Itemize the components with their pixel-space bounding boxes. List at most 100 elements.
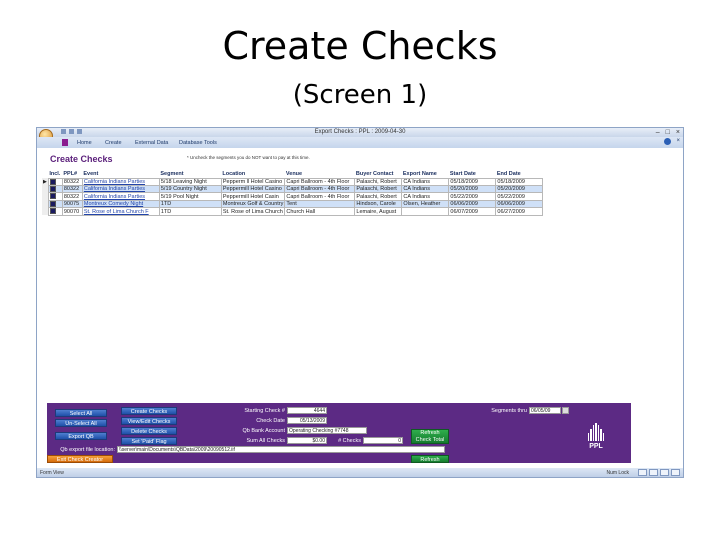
col-buyer-contact: Buyer Contact bbox=[354, 170, 402, 178]
maximize-icon[interactable]: □ bbox=[666, 128, 670, 137]
close-icon[interactable]: × bbox=[676, 128, 680, 137]
close-form-icon[interactable]: × bbox=[676, 138, 680, 144]
cell-venue[interactable]: Capri Ballroom - 4th Floor bbox=[284, 184, 356, 194]
title-bar: Export Checks : PPL : 2009-04-30 – □ × bbox=[37, 128, 683, 137]
cell-end-date[interactable]: 05/18/2009 bbox=[495, 177, 544, 186]
cell-ppl[interactable]: 80322 bbox=[61, 192, 83, 201]
cell-export-name[interactable]: CA Indians bbox=[401, 192, 450, 201]
cell-buyer-contact[interactable]: Lemaire, August bbox=[354, 207, 403, 216]
status-num-lock: Num Lock bbox=[606, 470, 629, 476]
unselect-all-button[interactable]: Un-Select All bbox=[55, 419, 107, 427]
table-row[interactable]: 90075 Montreux Comedy Night 1TD Montreux… bbox=[42, 199, 544, 209]
create-checks-button[interactable]: Create Checks bbox=[121, 407, 177, 415]
cell-ppl[interactable]: 80322 bbox=[61, 184, 83, 194]
cell-event-link[interactable]: California Indians Parties bbox=[81, 177, 160, 186]
segments-table: Incl. PPL# Event Segment Location Venue … bbox=[42, 170, 544, 216]
export-qb-button[interactable]: Export QB bbox=[55, 432, 107, 440]
cell-buyer-contact[interactable]: Hindson, Carole bbox=[354, 199, 403, 209]
incl-checkbox[interactable] bbox=[47, 192, 63, 201]
cell-segment[interactable]: 5/18 Leaving Night bbox=[158, 177, 222, 186]
cell-buyer-contact[interactable]: Palaschi, Robert bbox=[354, 192, 403, 201]
cell-ppl[interactable]: 90070 bbox=[61, 207, 83, 216]
incl-checkbox[interactable] bbox=[47, 177, 63, 186]
col-venue: Venue bbox=[284, 170, 355, 178]
cell-export-name[interactable] bbox=[401, 207, 450, 216]
col-incl: Incl. bbox=[48, 170, 63, 178]
cell-event-link[interactable]: Montreux Comedy Night bbox=[81, 199, 160, 209]
cell-event-link[interactable]: California Indians Parties bbox=[81, 184, 160, 194]
cell-location[interactable]: Peppermill Hotel Casino bbox=[220, 184, 286, 194]
help-icon[interactable] bbox=[664, 138, 671, 145]
tab-home[interactable]: Home bbox=[77, 140, 92, 146]
tab-create[interactable]: Create bbox=[105, 140, 122, 146]
cell-end-date[interactable]: 06/27/2009 bbox=[495, 207, 544, 216]
cell-segment[interactable]: 5/19 Country Night bbox=[158, 184, 222, 194]
cell-ppl[interactable]: 80322 bbox=[61, 177, 83, 186]
cell-location[interactable]: Peppermill Hotel Casin bbox=[220, 192, 286, 201]
cell-location[interactable]: Montreux Golf & Country bbox=[220, 199, 286, 209]
incl-checkbox[interactable] bbox=[47, 199, 63, 209]
select-all-button[interactable]: Select All bbox=[55, 409, 107, 417]
cell-segment[interactable]: 1TD bbox=[158, 207, 222, 216]
design-view-icon[interactable] bbox=[671, 469, 680, 476]
cell-segment[interactable]: 5/19 Pool Night bbox=[158, 192, 222, 201]
cell-event-link[interactable]: St. Rose of Lima Church F bbox=[81, 207, 160, 216]
form-title: Create Checks bbox=[50, 154, 113, 164]
cell-start-date[interactable]: 05/18/2009 bbox=[448, 177, 497, 186]
tab-external-data[interactable]: External Data bbox=[135, 140, 168, 146]
ppl-logo: PPL bbox=[583, 423, 609, 453]
incl-checkbox[interactable] bbox=[47, 207, 63, 216]
calendar-icon[interactable] bbox=[562, 407, 569, 414]
check-date-input[interactable]: 05/13/2009 bbox=[287, 417, 327, 424]
table-row[interactable]: ▶ 80322 California Indians Parties 5/18 … bbox=[42, 177, 544, 186]
cell-start-date[interactable]: 05/22/2009 bbox=[448, 192, 497, 201]
refresh-button[interactable]: Refresh bbox=[411, 455, 449, 463]
exit-check-creator-button[interactable]: Exit Check Creator bbox=[47, 455, 113, 463]
table-row[interactable]: 80322 California Indians Parties 5/19 Po… bbox=[42, 192, 544, 201]
cell-segment[interactable]: 1TD bbox=[158, 199, 222, 209]
slide-subtitle: (Screen 1) bbox=[292, 80, 428, 110]
tab-database-tools[interactable]: Database Tools bbox=[179, 140, 217, 146]
cell-export-name[interactable]: Olsen, Heather bbox=[401, 199, 450, 209]
cell-end-date[interactable]: 06/06/2009 bbox=[495, 199, 544, 209]
cell-location[interactable]: St. Rose of Lima Church bbox=[220, 207, 286, 216]
cell-buyer-contact[interactable]: Palaschi, Robert bbox=[354, 177, 403, 186]
segments-thru-input[interactable]: 06/05/09 bbox=[529, 407, 561, 414]
cell-start-date[interactable]: 05/20/2009 bbox=[448, 184, 497, 194]
layout-view-icon[interactable] bbox=[660, 469, 669, 476]
form-view-icon[interactable] bbox=[638, 469, 647, 476]
qb-bank-account-select[interactable]: Operating Checking #7748 bbox=[287, 427, 367, 434]
incl-checkbox[interactable] bbox=[47, 184, 63, 194]
datasheet-view-icon[interactable] bbox=[649, 469, 658, 476]
col-export-name: Export Name bbox=[401, 170, 449, 178]
cell-location[interactable]: Pepperm ll Hotel Casino bbox=[220, 177, 286, 186]
cell-venue[interactable]: Church Hall bbox=[284, 207, 356, 216]
view-edit-checks-button[interactable]: View/Edit Checks bbox=[121, 417, 177, 425]
cell-export-name[interactable]: CA Indians bbox=[401, 184, 450, 194]
cell-venue[interactable]: Tent bbox=[284, 199, 356, 209]
delete-checks-button[interactable]: Delete Checks bbox=[121, 427, 177, 435]
check-date-label: Check Date bbox=[256, 418, 285, 424]
cell-start-date[interactable]: 06/07/2009 bbox=[448, 207, 497, 216]
sum-all-checks-value: $0.00 bbox=[287, 437, 327, 444]
qb-file-location-input[interactable]: \\server\main\Documents\QBData\2009\2009… bbox=[117, 446, 445, 453]
cell-end-date[interactable]: 05/20/2009 bbox=[495, 184, 544, 194]
set-paid-flag-button[interactable]: Set 'Paid' Flag bbox=[121, 437, 177, 445]
minimize-icon[interactable]: – bbox=[656, 128, 660, 137]
refresh-check-total-button[interactable]: Refresh Check Total bbox=[411, 429, 449, 444]
cell-export-name[interactable]: CA Indians bbox=[401, 177, 450, 186]
cell-ppl[interactable]: 90075 bbox=[61, 199, 83, 209]
starting-check-input[interactable]: 4644 bbox=[287, 407, 327, 414]
cell-event-link[interactable]: California Indians Parties bbox=[81, 192, 160, 201]
slide-title: Create Checks bbox=[222, 24, 498, 68]
cell-buyer-contact[interactable]: Palaschi, Robert bbox=[354, 184, 403, 194]
access-icon bbox=[62, 139, 68, 146]
table-row[interactable]: 80322 California Indians Parties 5/19 Co… bbox=[42, 184, 544, 194]
cell-start-date[interactable]: 06/06/2009 bbox=[448, 199, 497, 209]
cell-venue[interactable]: Capri Ballroom - 4th Floor bbox=[284, 192, 356, 201]
table-row[interactable]: 90070 St. Rose of Lima Church F 1TD St. … bbox=[42, 207, 544, 216]
cell-venue[interactable]: Capri Ballroom - 4th Floor bbox=[284, 177, 356, 186]
col-start-date: Start Date bbox=[448, 170, 496, 178]
col-location: Location bbox=[221, 170, 285, 178]
cell-end-date[interactable]: 05/22/2009 bbox=[495, 192, 544, 201]
